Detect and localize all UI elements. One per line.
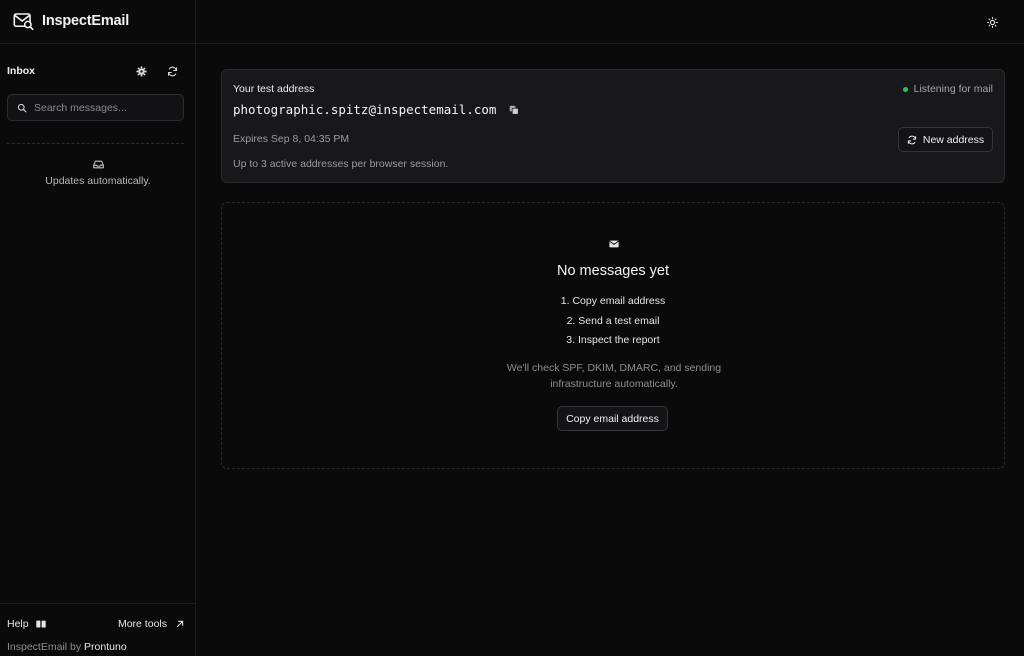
help-label: Help [7, 618, 29, 630]
inbox-tray-icon [92, 160, 104, 169]
arrow-up-right-icon [176, 620, 184, 628]
refresh-icon [167, 66, 177, 76]
sun-icon [986, 16, 998, 28]
sidebar-divider [7, 143, 184, 144]
credit-prefix: InspectEmail by [7, 641, 82, 653]
search-input[interactable] [34, 101, 174, 114]
listening-status-text: Listening for mail [913, 83, 993, 95]
inbox-title: Inbox [7, 65, 35, 77]
theme-toggle-button[interactable] [982, 12, 1002, 32]
step-item: 3. Inspect the report [566, 334, 660, 346]
search-box [7, 94, 184, 121]
test-address-label: Your test address [233, 83, 315, 95]
empty-state-steps: 1. Copy email address 2. Send a test ema… [222, 293, 1004, 352]
new-address-button[interactable]: New address [898, 127, 993, 152]
address-limit-note: Up to 3 active addresses per browser ses… [233, 158, 449, 170]
test-address-card: Your test address Listening for mail pho… [221, 69, 1005, 183]
envelope-icon [609, 240, 619, 248]
listening-status: Listening for mail [902, 83, 993, 95]
messages-empty-state: No messages yet 1. Copy email address 2.… [221, 202, 1005, 469]
credit-line: InspectEmail by Prontuno [7, 641, 127, 653]
copy-email-address-button[interactable]: Copy email address [557, 406, 668, 431]
more-tools-label: More tools [117, 618, 167, 630]
sidebar-footer: Help More tools InspectEmail by Prontuno [0, 603, 196, 656]
book-icon [35, 620, 46, 628]
footer-links: Help More tools [7, 616, 184, 632]
step-item: 2. Send a test email [566, 314, 660, 327]
test-email-address: photographic.spitz@inspectemail.com [233, 102, 521, 117]
gear-icon [135, 65, 147, 77]
email-address-text: photographic.spitz@inspectemail.com [233, 102, 497, 117]
refresh-icon [907, 135, 916, 144]
expiry-time: Expires Sep 8, 04:35 PM [233, 133, 350, 145]
step-item: 1. Copy email address [560, 295, 666, 307]
copy-address-button[interactable] [507, 103, 521, 117]
empty-state-description: We'll check SPF, DKIM, DMARC, and sendin… [506, 362, 722, 390]
sidebar-header: Inbox [7, 61, 183, 81]
status-dot [902, 86, 908, 92]
inbox-empty-state: Updates automatically. [0, 160, 196, 187]
more-tools-link[interactable]: More tools [118, 618, 184, 630]
empty-state-title: No messages yet [556, 263, 670, 279]
settings-button[interactable] [130, 60, 152, 82]
sidebar: Inbox Search messages... Updates automat… [0, 0, 196, 656]
search-icon [17, 103, 27, 112]
refresh-inbox-button[interactable] [161, 60, 183, 82]
new-address-label: New address [922, 133, 985, 146]
copy-icon [510, 105, 520, 115]
inbox-empty-text: Updates automatically. [45, 175, 151, 187]
help-link[interactable]: Help [7, 618, 46, 630]
credit-maker-link[interactable]: Prontuno [84, 641, 127, 653]
